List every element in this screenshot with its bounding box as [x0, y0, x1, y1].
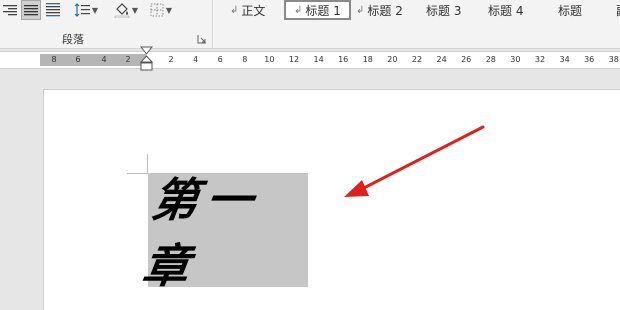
justify-button[interactable] — [21, 0, 41, 20]
shading-button[interactable]: ▼ — [111, 0, 141, 20]
ruler-tick: 20 — [387, 55, 398, 64]
style-title[interactable]: 标题 — [558, 0, 582, 20]
style-normal[interactable]: ↲ 正文 — [230, 0, 265, 20]
style-label: 标题 3 — [426, 3, 462, 18]
style-subtitle[interactable]: 副 — [616, 0, 620, 20]
document-page[interactable] — [43, 89, 620, 310]
ruler-tick: 6 — [75, 55, 81, 64]
ruler-tick: 2 — [168, 55, 174, 64]
style-label: 标题 — [558, 3, 583, 18]
ribbon: ▼ ▼ ▼ 段落 ↲ 正文 ↲ 标题 1 ↲ 标题 2 标题 3 标题 4 标题 — [0, 0, 620, 49]
ruler-tick: 12 — [288, 55, 300, 64]
style-label: 标题 2 — [367, 3, 403, 18]
borders-button[interactable]: ▼ — [146, 0, 176, 20]
ruler-tick: 28 — [485, 55, 496, 64]
distribute-button[interactable] — [43, 0, 63, 20]
ruler-tick: 14 — [313, 55, 324, 64]
paragraph-mark-icon: ↲ — [230, 4, 239, 16]
horizontal-ruler[interactable]: 8 6 4 2 2 4 6 8 10 12 14 16 18 20 22 24 26 28 30 32 34 36 38 — [0, 51, 620, 69]
paragraph-mark-icon: ↲ — [356, 4, 365, 16]
style-heading-4[interactable]: 标题 4 — [488, 0, 523, 20]
paragraph-mark-icon: ↲ — [294, 4, 303, 16]
dialog-launcher-icon[interactable] — [197, 34, 207, 44]
style-heading-3[interactable]: 标题 3 — [426, 0, 461, 20]
chapter-heading-text: 第一章 — [139, 173, 265, 293]
ruler-tick: 8 — [242, 55, 248, 64]
style-heading-2[interactable]: ↲ 标题 2 — [356, 0, 403, 20]
style-label: 标题 1 — [305, 3, 341, 18]
paragraph-group: ▼ ▼ ▼ 段落 — [0, 0, 213, 48]
style-heading-1[interactable]: ↲ 标题 1 — [284, 0, 351, 20]
ruler-tick: 4 — [101, 55, 107, 64]
distribute-icon — [46, 3, 60, 17]
chevron-down-icon: ▼ — [165, 5, 173, 15]
ruler-tick: 2 — [125, 55, 131, 64]
ruler-tick: 34 — [559, 55, 570, 64]
styles-gallery: ↲ 正文 ↲ 标题 1 ↲ 标题 2 标题 3 标题 4 标题 副 — [216, 0, 620, 22]
ruler-tick: 10 — [264, 55, 275, 64]
ruler-tick: 30 — [510, 55, 521, 64]
ruler-tick: 24 — [436, 55, 447, 64]
crop-mark — [127, 173, 147, 174]
paint-bucket-icon — [114, 3, 130, 18]
line-spacing-icon — [74, 3, 90, 17]
ruler-tick: 36 — [584, 55, 595, 64]
justify-icon — [24, 5, 38, 16]
ruler-tick: 22 — [411, 55, 423, 64]
ruler-tick: 32 — [534, 55, 546, 64]
ruler-tick: 38 — [608, 55, 619, 64]
paragraph-group-label: 段落 — [62, 33, 84, 46]
borders-icon — [150, 3, 164, 17]
ruler-tick: 4 — [193, 55, 199, 64]
style-label: 正文 — [241, 3, 266, 18]
line-spacing-button[interactable]: ▼ — [72, 0, 100, 20]
ruler-tick: 6 — [217, 55, 223, 64]
style-label: 副 — [616, 2, 620, 19]
indent-marker-icon[interactable] — [140, 46, 153, 74]
ruler-tick: 16 — [338, 55, 349, 64]
chapter-heading[interactable]: 第一章 — [139, 173, 308, 293]
align-right-icon — [3, 5, 17, 16]
chevron-down-icon: ▼ — [91, 5, 99, 15]
ruler-tick: 18 — [362, 55, 373, 64]
style-label: 标题 4 — [488, 3, 524, 18]
align-right-button[interactable] — [2, 0, 18, 20]
chevron-down-icon: ▼ — [131, 5, 139, 15]
crop-mark — [147, 154, 148, 174]
ruler-tick: 26 — [461, 55, 472, 64]
ruler-tick: 8 — [51, 55, 57, 64]
